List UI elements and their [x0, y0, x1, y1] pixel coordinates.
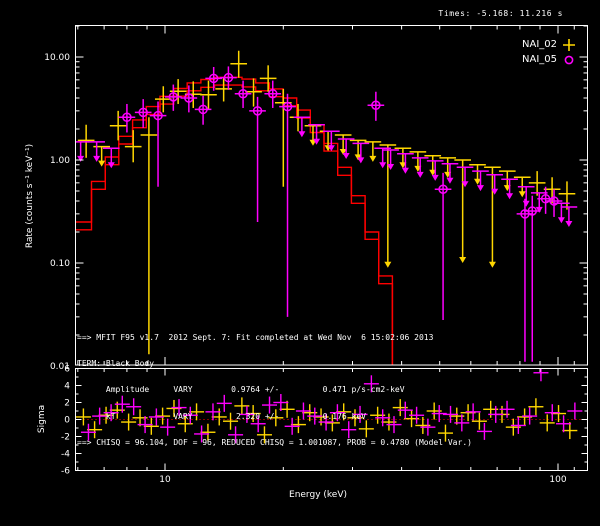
sigma-tick-label: 0 [64, 416, 70, 426]
x-tick-label-10: 10 [159, 475, 170, 485]
legend-item-nai05: NAI_05 [522, 52, 576, 67]
sigma-tick-label: 2 [64, 399, 70, 409]
fit-line-amplitude: Amplitude VARY 0.9764 +/- 0.471 p/s-cm2-… [77, 386, 472, 395]
legend-item-nai02: NAI_02 [522, 37, 576, 52]
sigma-axis-label: Sigma [37, 405, 47, 433]
fit-line-term: TERM: Black Body [77, 360, 472, 369]
rate-tick-label: 1.00 [50, 156, 70, 166]
rate-tick-label: 10.00 [44, 53, 70, 63]
fit-line-chisq: ==> CHISQ = 96.104, DOF = 96, REDUCED CH… [77, 439, 472, 448]
circle-marker-icon [562, 53, 576, 67]
legend-label-nai02: NAI_02 [522, 39, 557, 50]
sigma-tick-label: -4 [61, 450, 70, 460]
circle-marker-glyph [565, 56, 572, 63]
plus-marker-icon [562, 38, 576, 52]
plus-marker-glyph [563, 39, 575, 51]
sigma-tick-label: 6 [64, 365, 70, 375]
fit-line-kt: kT VARY 2.320 +/- 0.176 keV [77, 413, 472, 422]
fit-results-text: ==> MFIT F95 v1.7 2012 Sept. 7: Fit comp… [77, 316, 472, 466]
energy-axis-label: Energy (keV) [289, 490, 347, 500]
rmfit-spectral-fit-window: 10.001.000.100.016420-2-4-6 Times: -5.16… [0, 0, 600, 526]
rate-tick-label: 0.10 [50, 259, 70, 269]
time-range-label: Times: -5.168: 11.216 s [438, 9, 563, 18]
tick-labels: 10.001.000.100.016420-2-4-6 [44, 53, 70, 477]
sigma-tick-label: -2 [61, 433, 70, 443]
sigma-tick-label: -6 [61, 467, 70, 477]
legend: NAI_02 NAI_05 [522, 37, 576, 67]
rate-axis-label: Rate (counts s⁻¹ keV⁻¹) [25, 144, 35, 248]
fit-line-version: ==> MFIT F95 v1.7 2012 Sept. 7: Fit comp… [77, 334, 472, 343]
x-tick-label-100: 100 [549, 475, 566, 485]
data-series-nai_02 [78, 51, 575, 355]
legend-label-nai05: NAI_05 [522, 54, 557, 65]
sigma-tick-label: 4 [64, 382, 70, 392]
